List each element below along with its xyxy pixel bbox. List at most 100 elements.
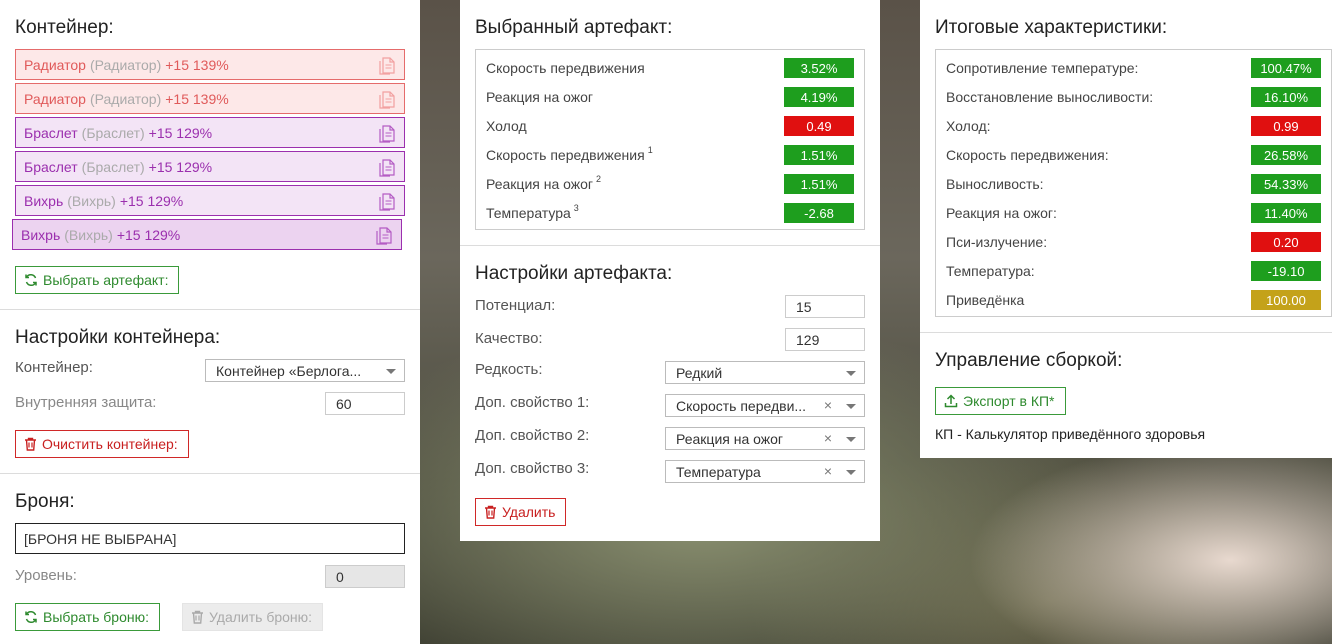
- stat-row: Выносливость: 54.33%: [946, 173, 1321, 195]
- stat-row: Восстановление выносливости: 16.10%: [946, 86, 1321, 108]
- container-label: Контейнер:: [15, 359, 93, 376]
- trash-icon: [25, 437, 36, 451]
- artifact-slot-name: Вихрь: [24, 192, 64, 209]
- container-panel: Контейнер: Радиатор (Радиатор) +15 139% Рад…: [0, 0, 420, 644]
- delete-artifact-button[interactable]: Удалить: [475, 498, 567, 526]
- artifact-slot[interactable]: Вихрь (Вихрь) +15 129%: [15, 185, 405, 216]
- copy-icon[interactable]: [378, 55, 396, 76]
- artifact-slot-name: Радиатор: [24, 56, 86, 73]
- stat-footnote-mark: 3: [573, 203, 579, 213]
- stat-value: 1.51%: [784, 145, 854, 165]
- artifact-slot-name: Браслет: [24, 158, 78, 175]
- level-input[interactable]: 0: [325, 565, 405, 588]
- trash-icon: [192, 610, 203, 624]
- divider: [460, 245, 880, 246]
- stat-footnote-mark: 2: [596, 174, 602, 184]
- stat-value: 100.00: [1251, 290, 1321, 310]
- select-artifact-button[interactable]: Выбрать артефакт:: [15, 266, 180, 294]
- totals-title: Итоговые характеристики:: [935, 17, 1168, 38]
- totals-panel: Итоговые характеристики: Сопротивление т…: [920, 0, 1332, 458]
- artifact-slot-alt: (Радиатор): [89, 90, 162, 107]
- artifact-slot[interactable]: Радиатор (Радиатор) +15 139%: [15, 49, 405, 80]
- artifact-slot[interactable]: Радиатор (Радиатор) +15 139%: [15, 83, 405, 114]
- stat-value: -19.10: [1251, 261, 1321, 281]
- stat-row: Сопротивление температуре: 100.47%: [946, 57, 1321, 79]
- artifact-panel: Выбранный артефакт: Скорость передвижени…: [460, 0, 880, 541]
- stat-row: Пси-излучение: 0.20: [946, 231, 1321, 253]
- prop2-label: Доп. свойство 2:: [475, 427, 590, 444]
- artifact-slot-bonus: +15 139%: [165, 56, 229, 73]
- stat-row: Холод: 0.99: [946, 115, 1321, 137]
- inner-protection-input[interactable]: 60: [325, 392, 405, 415]
- copy-icon[interactable]: [378, 89, 396, 110]
- container-title: Контейнер:: [15, 17, 114, 38]
- select-armor-button[interactable]: Выбрать броню:: [15, 603, 160, 631]
- stat-value: 11.40%: [1251, 203, 1321, 223]
- clear-icon[interactable]: ×: [824, 430, 832, 446]
- inner-protection-label: Внутренняя защита:: [15, 394, 157, 411]
- artifact-slot[interactable]: Вихрь (Вихрь) +15 129%: [12, 219, 402, 250]
- prop2-select-value: Реакция на ожог: [676, 430, 784, 447]
- select-armor-label: Выбрать броню:: [43, 609, 149, 625]
- stat-label: Реакция на ожог:: [946, 205, 1057, 221]
- copy-icon[interactable]: [378, 191, 396, 212]
- prop3-select[interactable]: Температура ×: [665, 460, 865, 483]
- stat-label: Приведёнка: [946, 292, 1025, 308]
- copy-icon[interactable]: [378, 157, 396, 178]
- stat-row: Скорость передвижения 3.52%: [486, 57, 854, 79]
- stat-row: Приведёнка 100.00: [946, 289, 1321, 311]
- stat-value: 54.33%: [1251, 174, 1321, 194]
- stat-row: Скорость передвижения 1 1.51%: [486, 144, 854, 166]
- stat-label: Скорость передвижения:: [946, 147, 1109, 163]
- upload-icon: [944, 394, 958, 408]
- copy-icon[interactable]: [378, 123, 396, 144]
- artifact-slot-name: Радиатор: [24, 90, 86, 107]
- delete-armor-button[interactable]: Удалить броню:: [182, 603, 324, 631]
- stat-label: Холод: [486, 118, 527, 134]
- stat-label: Холод:: [946, 118, 991, 134]
- artifact-slot[interactable]: Браслет (Браслет) +15 129%: [15, 151, 405, 182]
- clear-icon[interactable]: ×: [824, 397, 832, 413]
- container-select[interactable]: Контейнер «Берлога...: [205, 359, 405, 382]
- stat-label: Выносливость:: [946, 176, 1044, 192]
- clear-icon[interactable]: ×: [824, 463, 832, 479]
- export-button[interactable]: Экспорт в КП*: [935, 387, 1066, 415]
- stat-row: Реакция на ожог 4.19%: [486, 86, 854, 108]
- stat-row: Реакция на ожог: 11.40%: [946, 202, 1321, 224]
- copy-icon[interactable]: [375, 225, 393, 246]
- potential-input[interactable]: 15: [785, 295, 865, 318]
- refresh-icon: [25, 273, 37, 287]
- prop2-select[interactable]: Реакция на ожог ×: [665, 427, 865, 450]
- stat-label: Скорость передвижения: [486, 60, 645, 76]
- stat-label: Реакция на ожог: [486, 89, 594, 105]
- trash-icon: [485, 505, 496, 519]
- stat-value: 3.52%: [784, 58, 854, 78]
- stat-label: Пси-излучение:: [946, 234, 1048, 250]
- rarity-select[interactable]: Редкий: [665, 361, 865, 384]
- artifact-slot-alt: (Браслет): [81, 124, 145, 141]
- level-label: Уровень:: [15, 567, 77, 584]
- divider: [0, 309, 420, 310]
- selected-artifact-stats: Скорость передвижения 3.52% Реакция на ожо…: [475, 49, 865, 230]
- stat-label: Восстановление выносливости:: [946, 89, 1154, 105]
- rarity-select-value: Редкий: [676, 364, 723, 381]
- stat-value: 26.58%: [1251, 145, 1321, 165]
- prop1-select[interactable]: Скорость передви... ×: [665, 394, 865, 417]
- export-label: Экспорт в КП*: [963, 393, 1055, 409]
- select-artifact-label: Выбрать артефакт:: [43, 272, 169, 288]
- stat-value: 100.47%: [1251, 58, 1321, 78]
- artifact-slot-alt: (Радиатор): [89, 56, 162, 73]
- artifact-slot-alt: (Браслет): [81, 158, 145, 175]
- clear-container-button[interactable]: Очистить контейнер:: [15, 430, 189, 458]
- stat-label: Температура: [486, 205, 571, 221]
- stat-label: Реакция на ожог: [486, 176, 594, 192]
- artifact-slot-bonus: +15 129%: [116, 226, 181, 243]
- stat-value: 0.20: [1251, 232, 1321, 252]
- quality-input[interactable]: 129: [785, 328, 865, 351]
- stat-value: 0.49: [784, 116, 854, 136]
- divider: [920, 332, 1332, 333]
- artifact-slot[interactable]: Браслет (Браслет) +15 129%: [15, 117, 405, 148]
- armor-field[interactable]: [БРОНЯ НЕ ВЫБРАНА]: [15, 523, 405, 554]
- divider: [0, 473, 420, 474]
- clear-container-label: Очистить контейнер:: [42, 436, 178, 452]
